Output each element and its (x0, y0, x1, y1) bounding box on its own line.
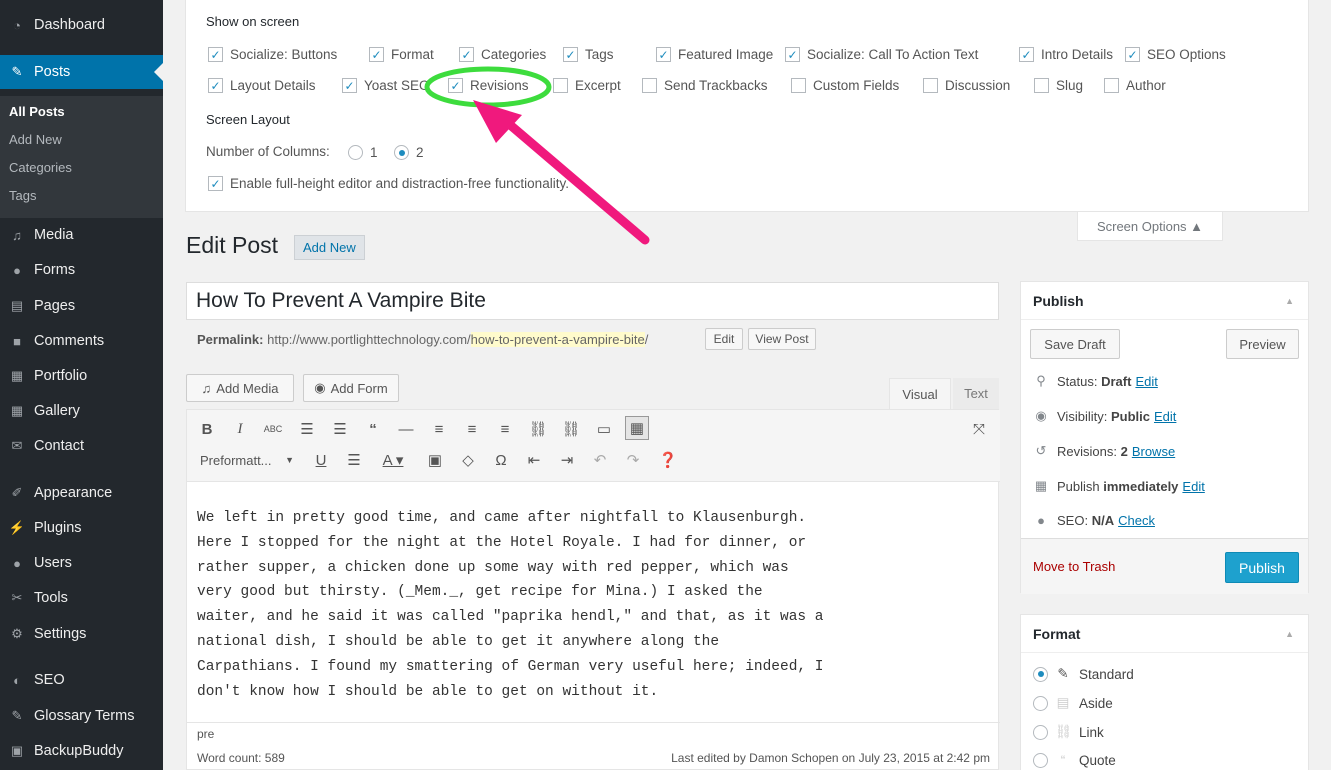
highlight-circle (424, 66, 552, 108)
annotation-arrow-shaft (497, 113, 650, 245)
annotation-overlay (424, 66, 650, 245)
